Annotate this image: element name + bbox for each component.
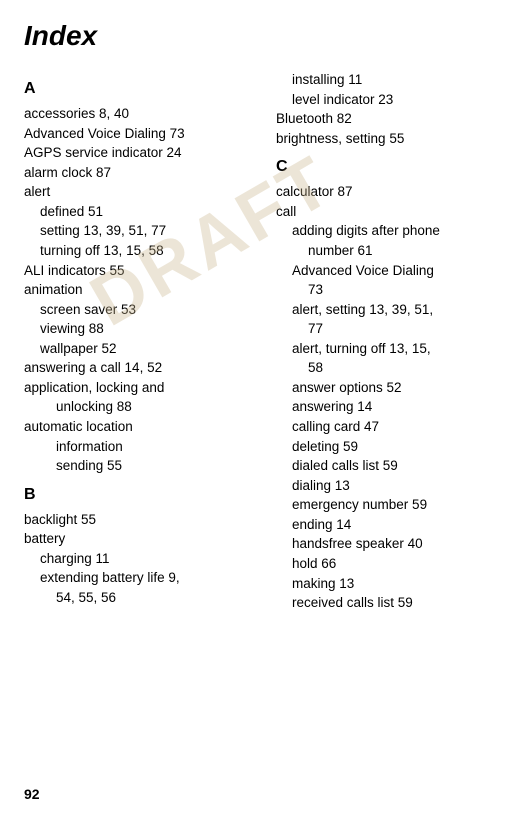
index-entry: animation <box>24 280 256 300</box>
index-entry: application, locking and <box>24 378 256 398</box>
index-entry: calculator 87 <box>276 182 508 202</box>
index-entry: setting 13, 39, 51, 77 <box>24 221 256 241</box>
index-entry: level indicator 23 <box>276 90 508 110</box>
index-entry: 77 <box>276 319 508 339</box>
index-entry: making 13 <box>276 574 508 594</box>
index-entry: sending 55 <box>24 456 256 476</box>
index-entry: hold 66 <box>276 554 508 574</box>
index-entry: installing 11 <box>276 70 508 90</box>
right-column: installing 11level indicator 23Bluetooth… <box>276 70 508 613</box>
index-entry: dialing 13 <box>276 476 508 496</box>
index-entry: answering 14 <box>276 397 508 417</box>
index-entry: information <box>24 437 256 457</box>
index-entry: alert <box>24 182 256 202</box>
index-entry: call <box>276 202 508 222</box>
index-entry: defined 51 <box>24 202 256 222</box>
index-entry: accessories 8, 40 <box>24 104 256 124</box>
index-entry: 54, 55, 56 <box>24 588 256 608</box>
index-entry: battery <box>24 529 256 549</box>
page-title: Index <box>24 20 508 52</box>
page-container: DRAFT Index Aaccessories 8, 40Advanced V… <box>0 0 532 818</box>
index-entry: screen saver 53 <box>24 300 256 320</box>
index-entry: charging 11 <box>24 549 256 569</box>
index-entry: alert, setting 13, 39, 51, <box>276 300 508 320</box>
index-entry: viewing 88 <box>24 319 256 339</box>
section-letter-c: C <box>276 158 508 176</box>
index-entry: emergency number 59 <box>276 495 508 515</box>
index-entry: wallpaper 52 <box>24 339 256 359</box>
index-entry: turning off 13, 15, 58 <box>24 241 256 261</box>
index-entry: ending 14 <box>276 515 508 535</box>
section-letter-b: B <box>24 486 256 504</box>
page-number: 92 <box>24 786 40 802</box>
index-entry: received calls list 59 <box>276 593 508 613</box>
index-entry: answering a call 14, 52 <box>24 358 256 378</box>
index-entry: alarm clock 87 <box>24 163 256 183</box>
index-entry: extending battery life 9, <box>24 568 256 588</box>
index-entry: calling card 47 <box>276 417 508 437</box>
index-entry: alert, turning off 13, 15, <box>276 339 508 359</box>
index-entry: 73 <box>276 280 508 300</box>
index-entry: automatic location <box>24 417 256 437</box>
index-entry: adding digits after phone <box>276 221 508 241</box>
index-entry: ALI indicators 55 <box>24 261 256 281</box>
index-entry: backlight 55 <box>24 510 256 530</box>
index-entry: number 61 <box>276 241 508 261</box>
index-entry: unlocking 88 <box>24 397 256 417</box>
index-entry: answer options 52 <box>276 378 508 398</box>
index-entry: deleting 59 <box>276 437 508 457</box>
index-entry: handsfree speaker 40 <box>276 534 508 554</box>
section-letter-a: A <box>24 80 256 98</box>
index-entry: AGPS service indicator 24 <box>24 143 256 163</box>
main-content: Aaccessories 8, 40Advanced Voice Dialing… <box>24 70 508 613</box>
index-entry: Bluetooth 82 <box>276 109 508 129</box>
index-entry: 58 <box>276 358 508 378</box>
left-column: Aaccessories 8, 40Advanced Voice Dialing… <box>24 70 256 613</box>
index-entry: dialed calls list 59 <box>276 456 508 476</box>
index-entry: Advanced Voice Dialing 73 <box>24 124 256 144</box>
index-entry: brightness, setting 55 <box>276 129 508 149</box>
index-entry: Advanced Voice Dialing <box>276 261 508 281</box>
